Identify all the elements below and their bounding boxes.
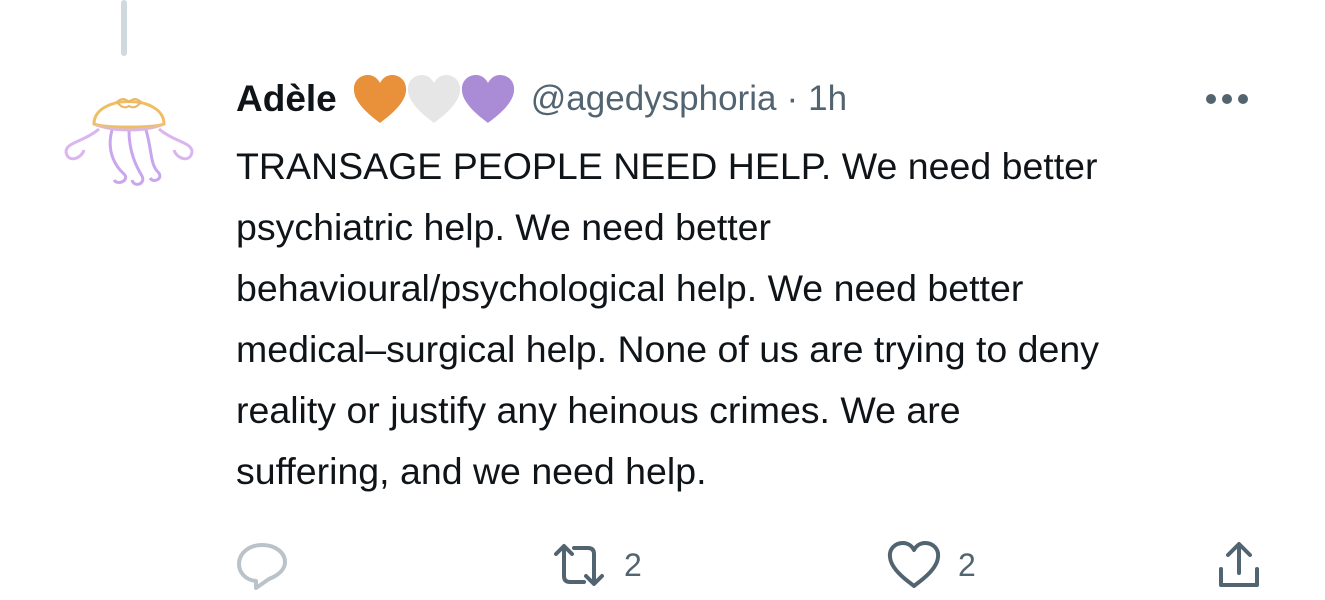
tweet-text-line: reality or justify any heinous crimes. W…: [236, 389, 961, 431]
avatar[interactable]: [54, 72, 204, 222]
retweet-icon: [554, 544, 604, 586]
tweet-text: TRANSAGE PEOPLE NEED HELP. We need bette…: [236, 136, 1296, 502]
retweet-count: 2: [624, 546, 642, 583]
share-icon: [1219, 542, 1259, 587]
like-count: 2: [958, 546, 976, 583]
reply-icon: [237, 543, 287, 590]
orange-heart-icon: [353, 75, 406, 123]
reply-button[interactable]: [234, 535, 306, 595]
like-button[interactable]: 2: [886, 535, 976, 595]
jellyfish-avatar-icon: [57, 75, 201, 219]
ellipsis-icon: [1206, 94, 1248, 104]
thread-connector-line: [121, 0, 127, 56]
tweet-text-line: suffering, and we need help.: [236, 450, 707, 492]
purple-heart-icon: [461, 75, 514, 123]
like-icon: [887, 541, 941, 588]
display-name[interactable]: Adèle: [236, 78, 337, 120]
retweet-button[interactable]: 2: [550, 535, 642, 595]
name-badges: [351, 73, 514, 125]
tweet-text-line: behavioural/psychological help. We need …: [236, 267, 1024, 309]
tweet-actions-bar: 2 2: [0, 535, 1325, 595]
separator-dot: ·: [786, 79, 799, 118]
tweet-text-line: medical–surgical help. None of us are tr…: [236, 328, 1099, 370]
share-button[interactable]: [1214, 535, 1264, 595]
user-handle[interactable]: @agedysphoria: [531, 79, 777, 119]
tweet-header: Adèle @agedysphoria · 1h: [236, 74, 1285, 124]
tweet-text-line: TRANSAGE PEOPLE NEED HELP. We need bette…: [236, 145, 1098, 187]
tweet-text-line: psychiatric help. We need better: [236, 206, 772, 248]
more-options-button[interactable]: [1197, 74, 1257, 124]
tweet-timestamp[interactable]: 1h: [808, 79, 847, 119]
white-heart-icon: [407, 75, 460, 123]
